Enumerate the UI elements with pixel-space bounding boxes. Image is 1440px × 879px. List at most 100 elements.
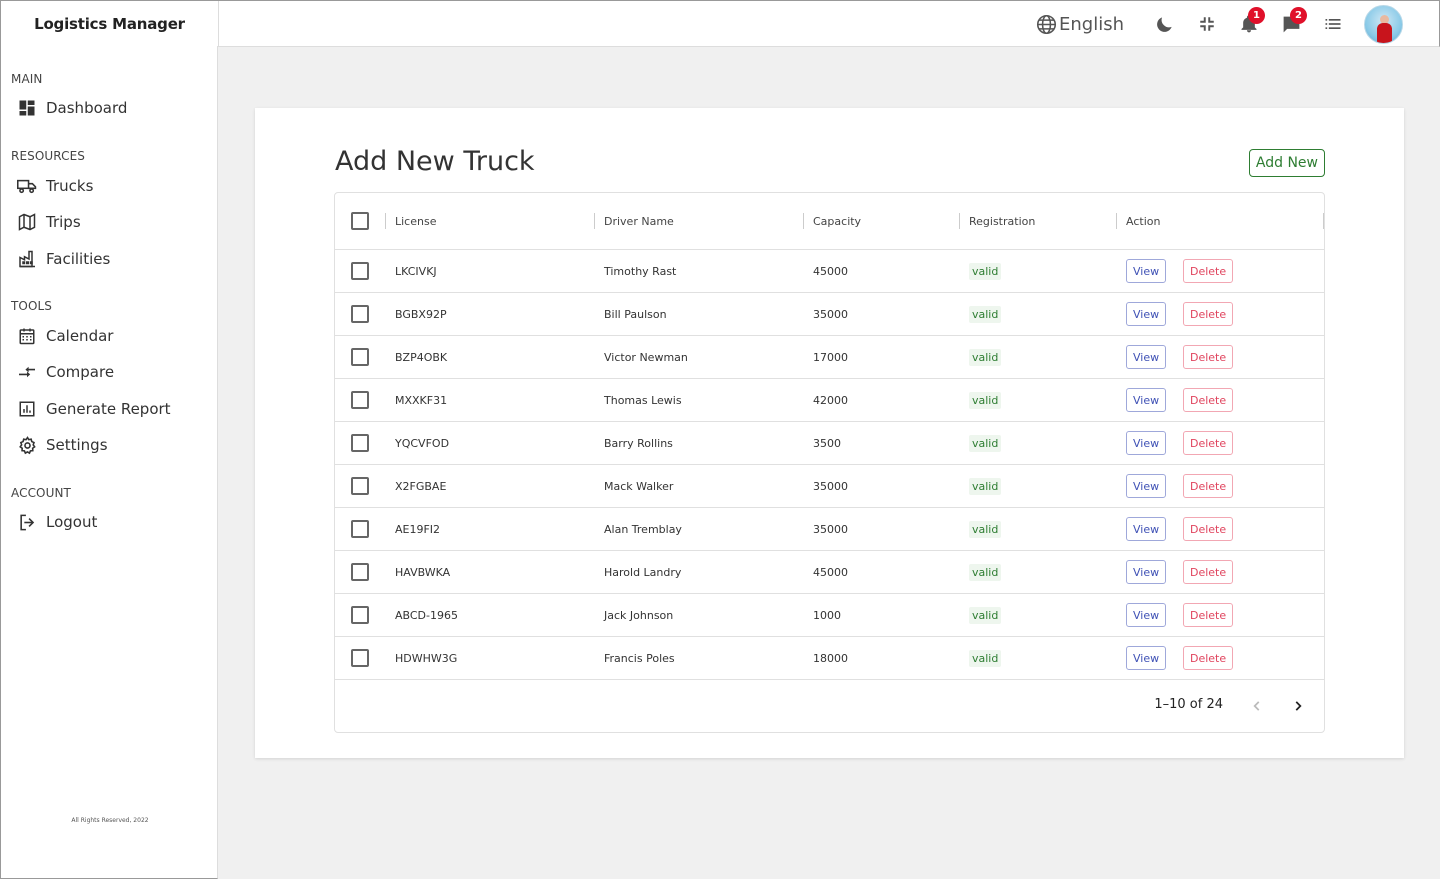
sidebar-item-trucks[interactable]: Trucks	[17, 173, 93, 199]
next-page-button[interactable]	[1286, 694, 1310, 718]
page-title: Add New Truck	[335, 146, 535, 177]
compress-icon	[1200, 17, 1214, 31]
logout-icon	[17, 512, 37, 532]
delete-button[interactable]: Delete	[1183, 345, 1234, 369]
fullscreen-exit-button[interactable]	[1186, 5, 1228, 43]
column-header-capacity[interactable]: Capacity	[813, 193, 861, 249]
cell-driver: Thomas Lewis	[604, 393, 682, 407]
registration-status-badge: valid	[969, 305, 1002, 323]
sidebar-item-label: Settings	[46, 436, 108, 454]
delete-button[interactable]: Delete	[1183, 646, 1234, 670]
truck-icon	[17, 176, 37, 196]
row-checkbox[interactable]	[351, 477, 369, 495]
row-checkbox[interactable]	[351, 262, 369, 280]
sidebar-item-label: Logout	[46, 513, 98, 531]
sidebar-item-logout[interactable]: Logout	[17, 509, 97, 535]
table-row[interactable]: HDWHW3G Francis Poles 18000 valid View Delete	[335, 637, 1324, 680]
view-button[interactable]: View	[1126, 646, 1167, 670]
column-header-registration[interactable]: Registration	[969, 193, 1035, 249]
column-header-action[interactable]: Action	[1126, 193, 1160, 249]
row-checkbox[interactable]	[351, 434, 369, 452]
cell-capacity: 3500	[813, 436, 841, 450]
view-button[interactable]: View	[1126, 474, 1167, 498]
row-checkbox[interactable]	[351, 348, 369, 366]
row-checkbox[interactable]	[351, 391, 369, 409]
sidebar-item-label: Generate Report	[46, 400, 171, 418]
sidebar-item-dashboard[interactable]: Dashboard	[17, 95, 127, 121]
cell-capacity: 17000	[813, 350, 848, 364]
language-selector[interactable]: English	[1036, 14, 1124, 35]
cell-license: BZP4OBK	[395, 350, 448, 364]
copyright-note: All Rights Reserved, 2022	[71, 817, 149, 824]
sidebar-item-label: Facilities	[46, 250, 111, 268]
notifications-button[interactable]: 1	[1228, 5, 1270, 43]
cell-license: X2FGBAE	[395, 479, 447, 493]
trucks-card: Add New Truck Add New License Driver Nam…	[255, 108, 1404, 758]
cell-license: MXXKF31	[395, 393, 448, 407]
avatar[interactable]	[1364, 4, 1403, 44]
view-button[interactable]: View	[1126, 603, 1167, 627]
row-checkbox[interactable]	[351, 520, 369, 538]
menu-list-button[interactable]	[1312, 5, 1354, 43]
delete-button[interactable]: Delete	[1183, 431, 1234, 455]
sidebar-item-facilities[interactable]: Facilities	[17, 246, 110, 272]
delete-button[interactable]: Delete	[1183, 517, 1234, 541]
sidebar-item-compare[interactable]: Compare	[17, 359, 114, 385]
list-icon	[1325, 19, 1341, 29]
cell-driver: Bill Paulson	[604, 307, 667, 321]
table-row[interactable]: X2FGBAE Mack Walker 35000 valid View Delete	[335, 465, 1324, 508]
add-new-button[interactable]: Add New	[1248, 149, 1325, 177]
row-checkbox[interactable]	[351, 563, 369, 581]
cell-driver: Victor Newman	[604, 350, 688, 364]
messages-button[interactable]: 2	[1270, 5, 1312, 43]
view-button[interactable]: View	[1126, 388, 1167, 412]
select-all-checkbox[interactable]	[351, 212, 369, 230]
table-row[interactable]: ABCD-1965 Jack Johnson 1000 valid View Delete	[335, 594, 1324, 637]
delete-button[interactable]: Delete	[1183, 603, 1234, 627]
sidebar-item-label: Trucks	[46, 177, 94, 195]
row-checkbox[interactable]	[351, 606, 369, 624]
registration-status-badge: valid	[969, 391, 1002, 409]
sidebar-item-settings[interactable]: Settings	[17, 432, 108, 458]
app-title: Logistics Manager	[1, 1, 219, 47]
cell-capacity: 45000	[813, 264, 848, 278]
view-button[interactable]: View	[1126, 302, 1167, 326]
row-checkbox[interactable]	[351, 305, 369, 323]
sidebar-item-trips[interactable]: Trips	[17, 209, 81, 235]
sidebar-item-report[interactable]: Generate Report	[17, 396, 171, 422]
calendar-icon	[17, 326, 37, 346]
column-header-license[interactable]: License	[395, 193, 436, 249]
notifications-badge: 1	[1248, 7, 1265, 24]
section-account: ACCOUNT	[11, 486, 71, 500]
row-checkbox[interactable]	[351, 649, 369, 667]
table-row[interactable]: YQCVFOD Barry Rollins 3500 valid View Delete	[335, 422, 1324, 465]
delete-button[interactable]: Delete	[1183, 474, 1234, 498]
cell-license: HDWHW3G	[395, 651, 458, 665]
table-row[interactable]: AE19FI2 Alan Tremblay 35000 valid View Delete	[335, 508, 1324, 551]
cell-capacity: 45000	[813, 565, 848, 579]
delete-button[interactable]: Delete	[1183, 259, 1234, 283]
sidebar-item-calendar[interactable]: Calendar	[17, 323, 113, 349]
delete-button[interactable]: Delete	[1183, 560, 1234, 584]
view-button[interactable]: View	[1126, 259, 1167, 283]
gear-icon	[17, 435, 37, 455]
column-header-driver[interactable]: Driver Name	[604, 193, 674, 249]
view-button[interactable]: View	[1126, 517, 1167, 541]
delete-button[interactable]: Delete	[1183, 302, 1234, 326]
table-row[interactable]: HAVBWKA Harold Landry 45000 valid View Delete	[335, 551, 1324, 594]
table-row[interactable]: BGBX92P Bill Paulson 35000 valid View Delete	[335, 293, 1324, 336]
table-row[interactable]: LKCIVKJ Timothy Rast 45000 valid View Delete	[335, 250, 1324, 293]
delete-button[interactable]: Delete	[1183, 388, 1234, 412]
view-button[interactable]: View	[1126, 431, 1167, 455]
trucks-table: License Driver Name Capacity Registratio…	[334, 192, 1325, 733]
table-row[interactable]: BZP4OBK Victor Newman 17000 valid View Delete	[335, 336, 1324, 379]
column-separator	[803, 213, 804, 229]
dark-mode-toggle[interactable]	[1144, 5, 1186, 43]
table-row[interactable]: MXXKF31 Thomas Lewis 42000 valid View Delete	[335, 379, 1324, 422]
section-main: MAIN	[11, 72, 43, 86]
view-button[interactable]: View	[1126, 560, 1167, 584]
prev-page-button[interactable]	[1245, 694, 1269, 718]
view-button[interactable]: View	[1126, 345, 1167, 369]
column-separator	[385, 213, 386, 229]
sidebar: MAIN Dashboard RESOURCES Trucks Trips Fa…	[0, 46, 218, 879]
